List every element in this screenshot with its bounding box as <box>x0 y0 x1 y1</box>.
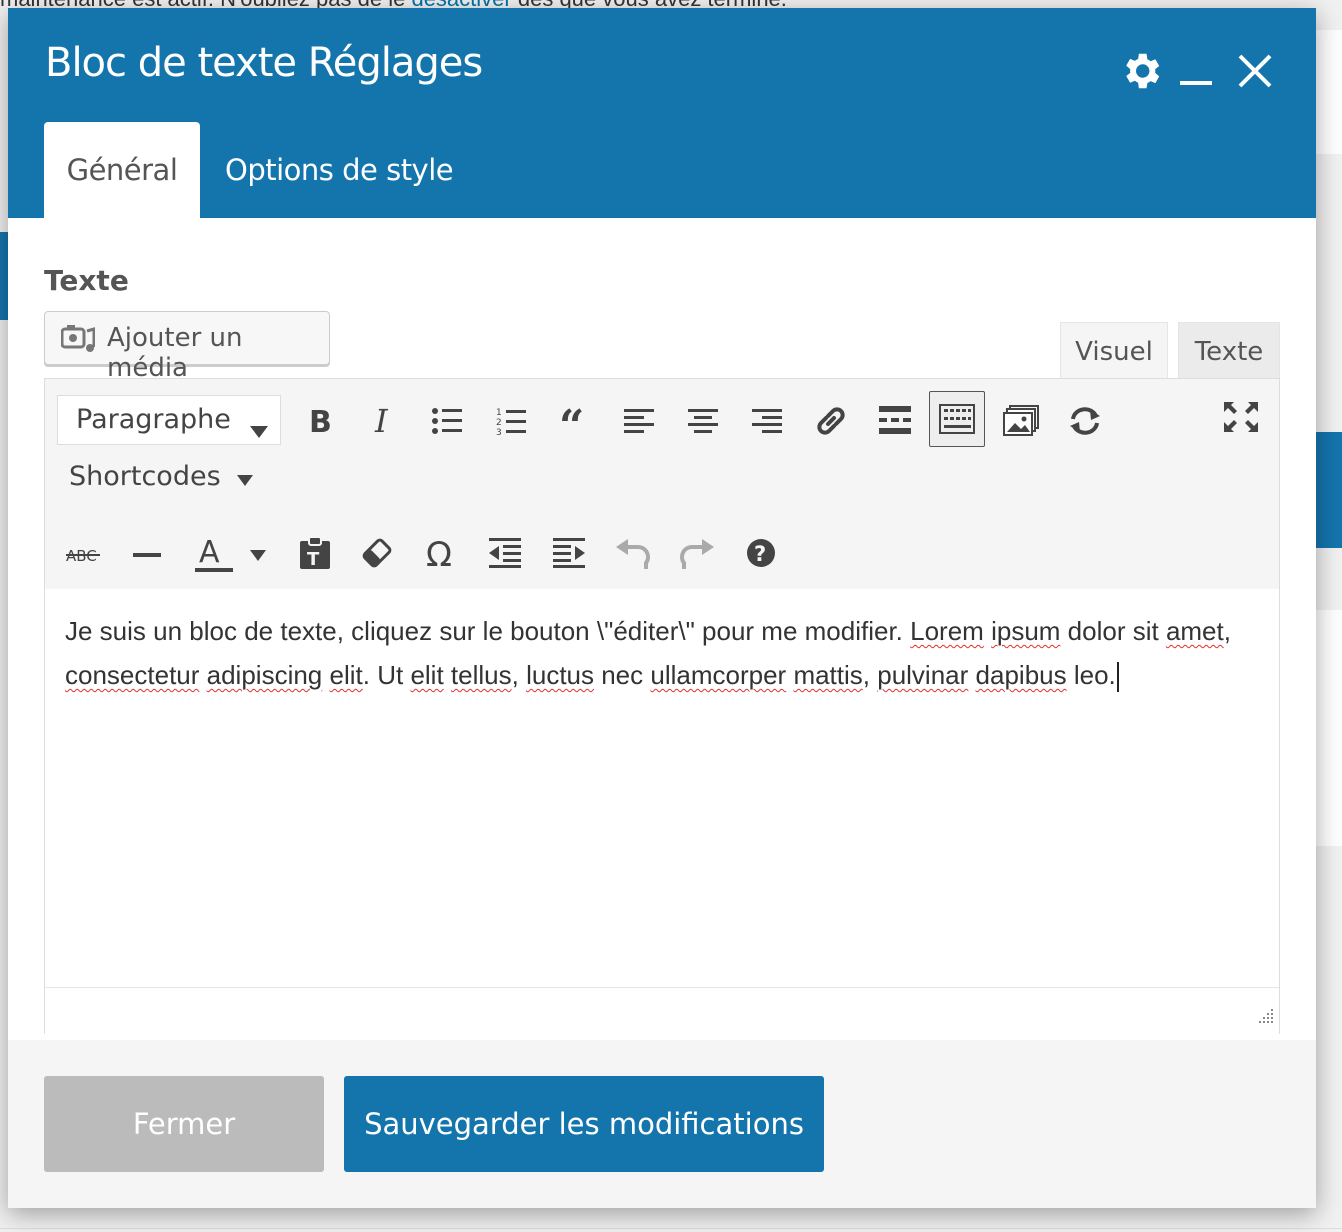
clear-formatting-icon[interactable] <box>349 525 405 581</box>
blockquote-icon[interactable]: “ <box>547 393 603 449</box>
editor-content[interactable]: Je suis un bloc de texte, cliquez sur le… <box>45 589 1279 987</box>
text-color-dropdown-icon[interactable] <box>241 527 275 583</box>
background-panel <box>1316 610 1342 846</box>
editor-statusbar <box>45 987 1279 1034</box>
format-select[interactable]: Paragraphe <box>57 395 281 445</box>
tab-general[interactable]: Général <box>44 122 200 218</box>
horizontal-line-icon[interactable] <box>119 527 175 583</box>
text-caret <box>1116 662 1119 693</box>
strikethrough-icon[interactable]: ABC <box>55 527 111 583</box>
refresh-icon[interactable] <box>1057 393 1113 449</box>
background-divider <box>0 1228 1342 1229</box>
paste-text-icon[interactable]: T <box>287 525 343 581</box>
chevron-down-icon <box>237 462 254 493</box>
bullet-list-icon[interactable] <box>419 393 475 449</box>
svg-text:1: 1 <box>496 408 502 418</box>
close-icon[interactable] <box>1232 48 1278 94</box>
editor-toolbar: Paragraphe B I 123 “ Shortcodes ABC A T … <box>45 379 1279 590</box>
outdent-icon[interactable] <box>477 525 533 581</box>
redo-icon[interactable] <box>669 525 725 581</box>
align-right-icon[interactable] <box>739 393 795 449</box>
svg-text:A: A <box>199 536 220 570</box>
gallery-icon[interactable] <box>993 393 1049 449</box>
text-editor: Paragraphe B I 123 “ Shortcodes ABC A T … <box>44 378 1280 1034</box>
background-block <box>0 232 8 320</box>
align-center-icon[interactable] <box>675 393 731 449</box>
tab-text[interactable]: Texte <box>1178 322 1280 380</box>
italic-icon[interactable]: I <box>355 393 411 449</box>
background-block <box>1316 432 1342 548</box>
read-more-icon[interactable] <box>867 393 923 449</box>
svg-text:?: ? <box>754 542 766 566</box>
minimize-icon[interactable] <box>1174 48 1220 94</box>
add-media-button[interactable]: Ajouter un média <box>44 311 330 383</box>
bold-icon[interactable]: B <box>291 393 347 449</box>
chevron-down-icon <box>250 414 268 445</box>
shortcodes-dropdown[interactable]: Shortcodes <box>69 461 254 493</box>
undo-icon[interactable] <box>605 525 661 581</box>
save-button[interactable]: Sauvegarder les modifications <box>344 1076 824 1172</box>
svg-text:I: I <box>374 406 389 436</box>
fullscreen-icon[interactable] <box>1213 389 1269 445</box>
svg-text:3: 3 <box>496 428 502 436</box>
svg-text:T: T <box>307 549 320 570</box>
modal-header: Bloc de texte Réglages Général Options d… <box>8 8 1316 218</box>
media-icon <box>60 323 96 362</box>
svg-text:“: “ <box>559 407 584 435</box>
resize-handle-icon[interactable] <box>1257 1007 1275 1030</box>
indent-icon[interactable] <box>541 525 597 581</box>
background-panel <box>1316 30 1342 154</box>
align-left-icon[interactable] <box>611 393 667 449</box>
tab-style-options[interactable]: Options de style <box>225 122 454 218</box>
close-button[interactable]: Fermer <box>44 1076 324 1172</box>
link-icon[interactable] <box>803 393 859 449</box>
numbered-list-icon[interactable]: 123 <box>483 393 539 449</box>
toolbar-toggle-icon[interactable] <box>929 391 985 447</box>
tab-visual[interactable]: Visuel <box>1060 322 1168 382</box>
help-icon[interactable]: ? <box>733 525 789 581</box>
modal-title: Bloc de texte Réglages <box>45 40 483 86</box>
svg-text:B: B <box>309 406 332 436</box>
field-label: Texte <box>44 264 129 297</box>
gear-icon[interactable] <box>1118 48 1164 94</box>
special-char-icon[interactable]: Ω <box>413 525 469 581</box>
svg-text:2: 2 <box>496 418 502 428</box>
text-color-icon[interactable]: A <box>183 527 239 583</box>
svg-text:Ω: Ω <box>426 537 452 569</box>
settings-modal: Bloc de texte Réglages Général Options d… <box>8 8 1316 1208</box>
